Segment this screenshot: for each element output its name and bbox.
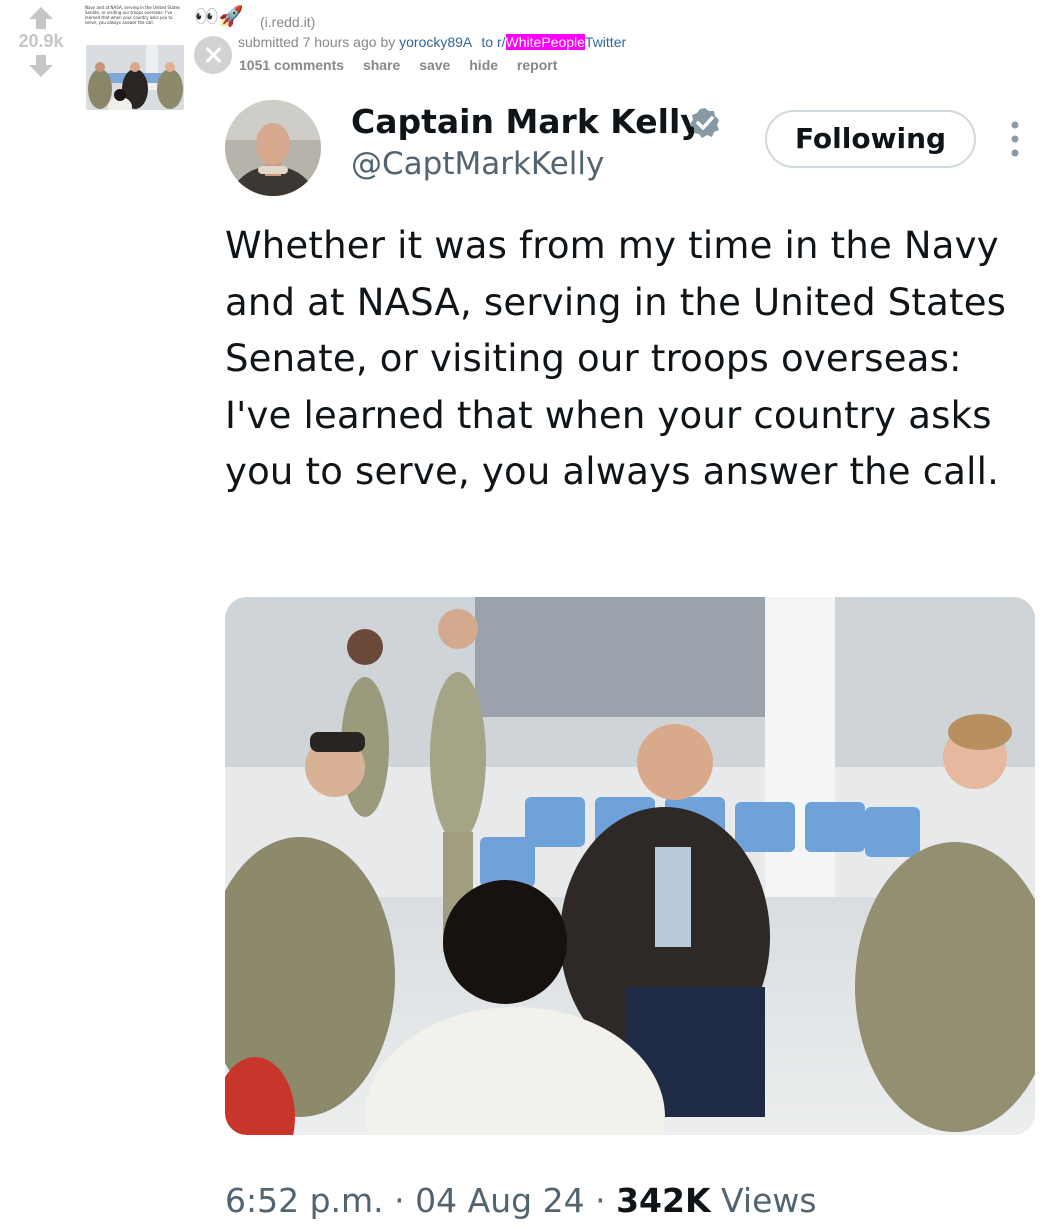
- tweet-time: 6:52 p.m.: [225, 1181, 384, 1220]
- meta-separator: ·: [595, 1181, 606, 1220]
- post-buttons: 1051 comments share save hide report: [239, 57, 572, 73]
- upvote-arrow-icon[interactable]: [27, 6, 55, 30]
- post-tagline: submitted 7 hours ago by yorocky89A to r…: [238, 34, 626, 50]
- hide-button[interactable]: hide: [469, 57, 498, 73]
- meta-separator: ·: [394, 1181, 405, 1220]
- author-link[interactable]: yorocky89A: [399, 34, 471, 50]
- score: 20.9k: [18, 31, 64, 51]
- avatar: [225, 100, 321, 196]
- post-time: 7 hours ago: [302, 34, 377, 50]
- more-options-icon: [1011, 121, 1019, 157]
- vote-column: 20.9k: [10, 6, 72, 78]
- subreddit-rest-text[interactable]: Twitter: [585, 34, 626, 50]
- share-button[interactable]: share: [363, 57, 400, 73]
- subreddit-highlighted-text[interactable]: WhitePeople: [505, 34, 585, 50]
- tweet-author-handle: @CaptMarkKelly: [351, 146, 605, 182]
- tweet-text: Whether it was from my time in the Navy …: [225, 224, 1007, 493]
- thumbnail-text: Navy and at NASA, serving in the United …: [85, 5, 181, 25]
- tweet-image: Captain Mark Kelly @CaptMarkKelly Follow…: [205, 88, 1047, 1230]
- subreddit-link[interactable]: to r/WhitePeopleTwitter: [481, 34, 626, 50]
- following-button: Following: [765, 110, 976, 168]
- views-count: 342K: [616, 1181, 711, 1220]
- to-label: to: [481, 34, 494, 50]
- by-label: by: [380, 34, 396, 50]
- tweet-photo: [225, 597, 1035, 1135]
- close-icon[interactable]: [194, 36, 232, 74]
- verified-badge-icon: [690, 108, 719, 138]
- post-domain[interactable]: (i.redd.it): [260, 14, 315, 30]
- views-label: Views: [721, 1181, 817, 1220]
- post-flair-emoji: 👀🚀: [194, 6, 244, 28]
- tweet-date: 04 Aug 24: [415, 1181, 585, 1220]
- submitted-label: submitted: [238, 34, 299, 50]
- tweet-author-name: Captain Mark Kelly: [351, 102, 702, 141]
- save-button[interactable]: save: [419, 57, 450, 73]
- subreddit-prefix[interactable]: r/: [497, 34, 506, 50]
- downvote-arrow-icon[interactable]: [27, 54, 55, 78]
- report-button[interactable]: report: [517, 57, 557, 73]
- post-thumbnail[interactable]: Navy and at NASA, serving in the United …: [85, 5, 185, 110]
- tweet-meta: 6:52 p.m. · 04 Aug 24 · 342K Views: [225, 1181, 817, 1220]
- comments-button[interactable]: 1051 comments: [239, 57, 344, 73]
- domain-text[interactable]: i.redd.it: [265, 14, 311, 30]
- thumbnail-photo: [86, 45, 184, 110]
